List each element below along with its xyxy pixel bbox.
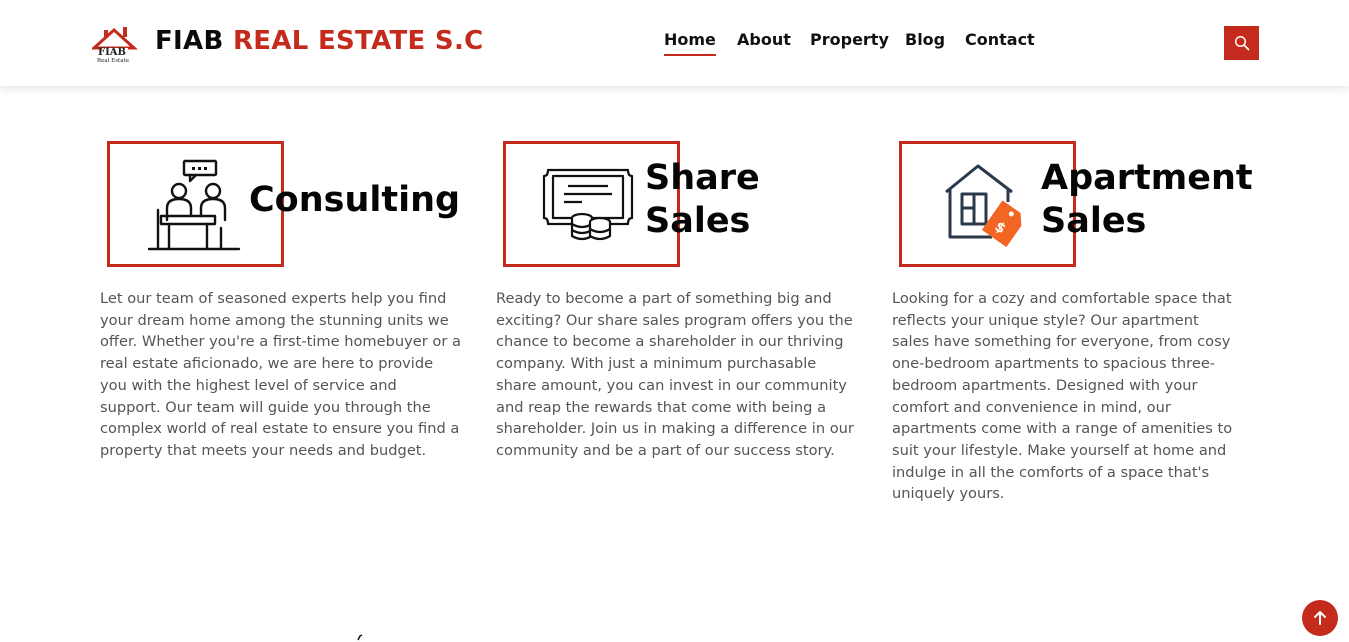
site-header: FIAB Real Estate FIAB REAL ESTATE S.C Ho… [0,0,1349,86]
next-section-fragment [357,634,363,641]
service-title-line2: Sales [645,201,751,241]
brand-part1: FIAB [155,26,224,56]
service-title: Share Sales [645,157,760,243]
brand-part2: REAL ESTATE S.C [232,26,484,56]
house-price-tag-icon: $ [945,164,1022,248]
service-description: Let our team of seasoned experts help yo… [100,290,461,459]
nav-blog[interactable]: Blog [905,30,945,49]
search-button[interactable] [1224,26,1259,60]
service-title-line1: Apartment [1041,158,1253,198]
service-title-line1: Share [645,158,760,198]
scroll-to-top-button[interactable] [1302,600,1338,636]
search-icon [1234,35,1249,51]
service-title: Apartment Sales [1041,157,1253,243]
service-title: Consulting [249,179,460,222]
service-description: Ready to become a part of something big … [496,290,854,459]
nav-contact[interactable]: Contact [965,30,1035,49]
logo-text: FIAB [98,47,126,58]
brand-name[interactable]: FIAB REAL ESTATE S.C [155,26,484,56]
service-title-line2: Sales [1041,201,1147,241]
logo-icon[interactable]: FIAB Real Estate [92,22,142,64]
nav-property[interactable]: Property [810,30,889,49]
service-title-line1: Consulting [249,180,461,220]
nav-about[interactable]: About [737,30,791,49]
share-certificate-icon [542,168,634,241]
arrow-up-icon [1314,611,1326,625]
nav-home[interactable]: Home [664,30,716,56]
service-description: Looking for a cozy and comfortable space… [892,290,1233,503]
consulting-icon [147,159,241,251]
logo-subtext: Real Estate [97,58,129,64]
